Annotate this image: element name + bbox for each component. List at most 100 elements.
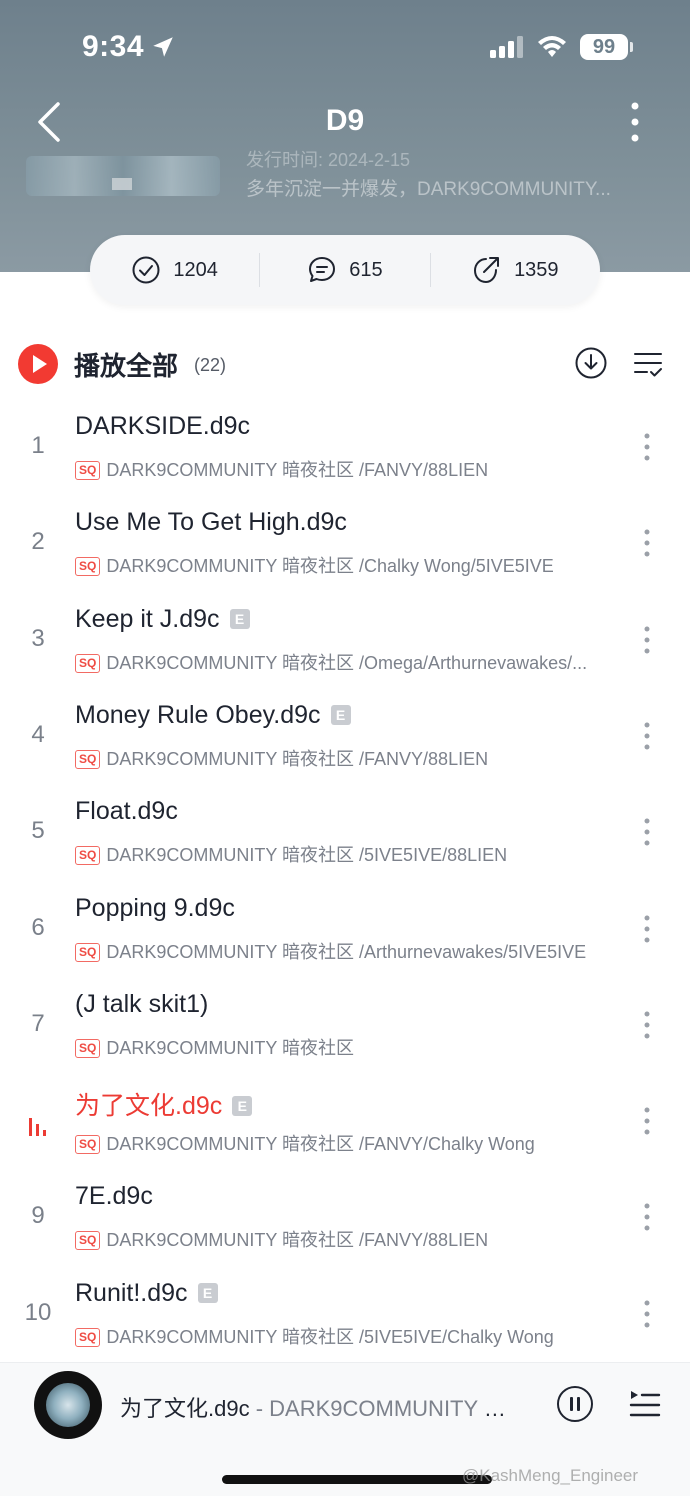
song-title: Money Rule Obey.d9c E: [75, 701, 351, 730]
song-row[interactable]: 为了文化.d9c E SQ DARK9COMMUNITY 暗夜社区 /FANVY/C…: [0, 1078, 690, 1174]
track-number: 2: [31, 528, 45, 555]
song-row[interactable]: 10 Runit!.d9c E SQ DARK9COMMUNITY 暗夜社区 /5I…: [0, 1271, 690, 1367]
song-artists-text: DARK9COMMUNITY 暗夜社区 /Omega/Arthurnevawak…: [106, 653, 588, 673]
song-more-icon[interactable]: [636, 625, 658, 655]
song-row[interactable]: 7 (J talk skit1) SQ DARK9COMMUNITY 暗夜社区: [0, 982, 690, 1078]
now-playing-disc[interactable]: [34, 1371, 102, 1439]
like-button[interactable]: 1204: [90, 255, 259, 285]
play-all-row[interactable]: 播放全部 (22): [0, 336, 690, 392]
song-artists-text: DARK9COMMUNITY 暗夜社区 /5IVE5IVE/88LIEN: [106, 845, 508, 865]
song-artists: SQ DARK9COMMUNITY 暗夜社区 /5IVE5IVE/Chalky W…: [75, 1323, 625, 1349]
track-number: 10: [24, 1299, 52, 1326]
song-more-icon[interactable]: [636, 817, 658, 847]
song-title-text: Money Rule Obey.d9c: [75, 701, 321, 729]
song-artists: SQ DARK9COMMUNITY 暗夜社区 /5IVE5IVE/88LIEN: [75, 841, 625, 867]
song-title: (J talk skit1): [75, 990, 208, 1019]
track-number: 5: [31, 817, 45, 844]
explicit-badge: E: [232, 1096, 253, 1116]
song-title: DARKSIDE.d9c: [75, 412, 250, 441]
song-title: Runit!.d9c E: [75, 1279, 218, 1308]
song-row[interactable]: 1 DARKSIDE.d9c SQ DARK9COMMUNITY 暗夜社区 /FA…: [0, 404, 690, 500]
song-more-icon[interactable]: [636, 721, 658, 751]
song-title: Keep it J.d9c E: [75, 605, 250, 634]
song-artists-text: DARK9COMMUNITY 暗夜社区 /5IVE5IVE/Chalky Won…: [106, 1327, 554, 1347]
song-title-text: 为了文化.d9c: [75, 1092, 223, 1120]
song-row[interactable]: 2 Use Me To Get High.d9c SQ DARK9COMMUNIT…: [0, 500, 690, 596]
song-artists-text: DARK9COMMUNITY 暗夜社区 /Arthurnevawakes/5IV…: [106, 942, 587, 962]
comment-button[interactable]: 615: [260, 255, 429, 285]
pause-icon[interactable]: [556, 1385, 594, 1423]
song-more-icon[interactable]: [636, 1202, 658, 1232]
multi-select-icon[interactable]: [632, 348, 664, 380]
song-artists-text: DARK9COMMUNITY 暗夜社区 /FANVY/88LIEN: [106, 749, 489, 769]
quality-badge: SQ: [75, 1328, 101, 1347]
song-title-text: (J talk skit1): [75, 990, 209, 1018]
song-row[interactable]: 4 Money Rule Obey.d9c E SQ DARK9COMMUNITY …: [0, 693, 690, 789]
explicit-badge: E: [229, 609, 250, 629]
song-more-icon[interactable]: [636, 914, 658, 944]
track-number: 7: [31, 1010, 45, 1037]
song-artists: SQ DARK9COMMUNITY 暗夜社区 /FANVY/88LIEN: [75, 745, 625, 771]
explicit-badge: E: [197, 1283, 218, 1303]
song-artists-text: DARK9COMMUNITY 暗夜社区 /Chalky Wong/5IVE5IV…: [106, 556, 554, 576]
explicit-badge: E: [330, 705, 351, 725]
song-row[interactable]: 5 Float.d9c SQ DARK9COMMUNITY 暗夜社区 /5IVE5…: [0, 789, 690, 885]
song-title-text: 7E.d9c: [75, 1182, 153, 1210]
song-title-text: Float.d9c: [75, 797, 178, 825]
play-all-label[interactable]: 播放全部: [74, 346, 178, 383]
song-more-icon[interactable]: [636, 1010, 658, 1040]
queue-icon[interactable]: [628, 1387, 662, 1421]
song-artists: SQ DARK9COMMUNITY 暗夜社区 /Arthurnevawakes/5…: [75, 938, 625, 964]
location-arrow-icon: [153, 37, 173, 57]
song-title: Use Me To Get High.d9c: [75, 508, 347, 537]
song-artists: SQ DARK9COMMUNITY 暗夜社区: [75, 1034, 625, 1060]
song-more-icon[interactable]: [636, 528, 658, 558]
track-number: 1: [31, 432, 45, 459]
download-icon[interactable]: [574, 346, 608, 380]
home-indicator[interactable]: [222, 1475, 492, 1484]
watermark: @KashMeng_Engineer: [462, 1466, 639, 1485]
signal-icon: [490, 36, 523, 58]
song-row[interactable]: 9 7E.d9c SQ DARK9COMMUNITY 暗夜社区 /FANVY/88…: [0, 1174, 690, 1270]
track-number: 6: [31, 914, 45, 941]
quality-badge: SQ: [75, 1039, 101, 1058]
share-icon: [474, 257, 500, 284]
song-more-icon[interactable]: [636, 432, 658, 462]
song-title-text: Keep it J.d9c: [75, 605, 220, 633]
song-artists: SQ DARK9COMMUNITY 暗夜社区 /FANVY/88LIEN: [75, 456, 625, 482]
status-bar: 9:34 99: [0, 26, 690, 70]
quality-badge: SQ: [75, 654, 101, 673]
page-title: D9: [325, 104, 365, 137]
song-title: Popping 9.d9c: [75, 894, 235, 923]
comment-icon: [309, 257, 336, 282]
share-count: 1359: [514, 258, 559, 281]
play-icon[interactable]: [18, 344, 58, 384]
album-description[interactable]: 多年沉淀一并爆发，DARK9COMMUNITY...: [246, 174, 656, 201]
quality-badge: SQ: [75, 750, 101, 769]
more-vertical-icon[interactable]: [620, 100, 650, 144]
now-playing-separator: -: [249, 1396, 270, 1421]
album-header: 9:34 99 D9 发行时间: 2024-2-15 多年沉淀一并爆发，DARK…: [0, 0, 690, 272]
song-artists: SQ DARK9COMMUNITY 暗夜社区 /FANVY/Chalky Wong: [75, 1130, 625, 1156]
quality-badge: SQ: [75, 461, 101, 480]
song-more-icon[interactable]: [636, 1299, 658, 1329]
song-title-text: DARKSIDE.d9c: [75, 412, 251, 440]
song-artists-text: DARK9COMMUNITY 暗夜社区 /FANVY/88LIEN: [106, 460, 489, 480]
song-row[interactable]: 6 Popping 9.d9c SQ DARK9COMMUNITY 暗夜社区 /A…: [0, 886, 690, 982]
equalizer-icon: [29, 1118, 46, 1136]
song-more-icon[interactable]: [636, 1106, 658, 1136]
check-circle-icon: [132, 256, 160, 284]
quality-badge: SQ: [75, 943, 101, 962]
now-playing-text[interactable]: 为了文化.d9c - DARK9COMMUNITY 暗夜社区: [120, 1391, 520, 1423]
song-title-text: Use Me To Get High.d9c: [75, 508, 347, 536]
song-title: Float.d9c: [75, 797, 178, 826]
comment-count: 615: [349, 258, 383, 281]
album-cover-image: [26, 156, 220, 196]
song-title-text: Popping 9.d9c: [75, 894, 235, 922]
song-title: 7E.d9c: [75, 1182, 153, 1211]
stats-bar: 1204 615 1359: [90, 235, 600, 305]
song-row[interactable]: 3 Keep it J.d9c E SQ DARK9COMMUNITY 暗夜社区 /…: [0, 597, 690, 693]
now-playing-artist: DARK9COMMUNITY 暗夜社区: [269, 1396, 520, 1421]
share-button[interactable]: 1359: [431, 255, 600, 285]
quality-badge: SQ: [75, 557, 101, 576]
